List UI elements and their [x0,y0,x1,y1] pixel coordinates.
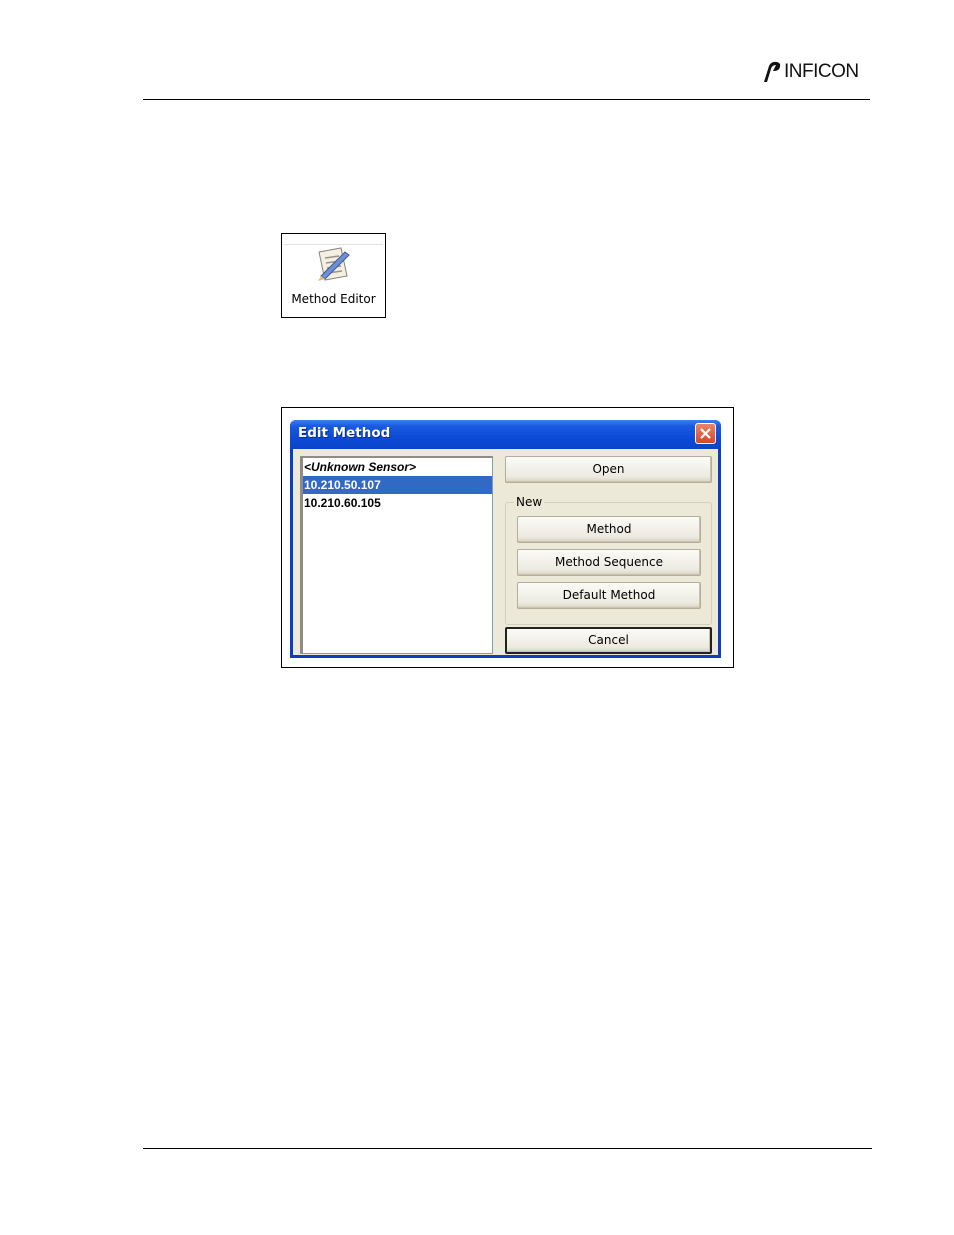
launcher-label: Method Editor [291,292,376,306]
new-group-label: New [514,495,545,509]
header-divider [143,99,870,100]
close-button[interactable] [695,423,716,444]
open-button[interactable]: Open [505,456,712,483]
inficon-mark-icon [764,61,781,82]
method-button[interactable]: Method [517,516,701,543]
default-method-button[interactable]: Default Method [517,582,701,609]
dialog-screenshot-frame: Edit Method <Unknown Sensor> 10.210.50.1… [281,407,734,668]
list-item[interactable]: 10.210.60.105 [303,494,492,512]
list-item[interactable]: 10.210.50.107 [303,476,492,494]
edit-method-dialog: Edit Method <Unknown Sensor> 10.210.50.1… [290,420,721,658]
dialog-title: Edit Method [298,425,391,441]
brand-name: INFICON [784,61,859,82]
sensor-listbox[interactable]: <Unknown Sensor> 10.210.50.107 10.210.60… [300,456,493,654]
inficon-logo: INFICON [760,58,859,86]
dialog-titlebar[interactable]: Edit Method [290,420,721,449]
dialog-client-area: <Unknown Sensor> 10.210.50.107 10.210.60… [293,449,718,655]
close-icon [700,428,711,439]
method-sequence-button[interactable]: Method Sequence [517,549,701,576]
footer-divider [143,1148,872,1149]
cancel-button[interactable]: Cancel [505,627,712,654]
method-editor-icon [318,247,350,281]
icon-separator [284,244,383,245]
method-editor-launcher[interactable]: Method Editor [281,233,386,318]
list-item[interactable]: <Unknown Sensor> [303,458,492,476]
